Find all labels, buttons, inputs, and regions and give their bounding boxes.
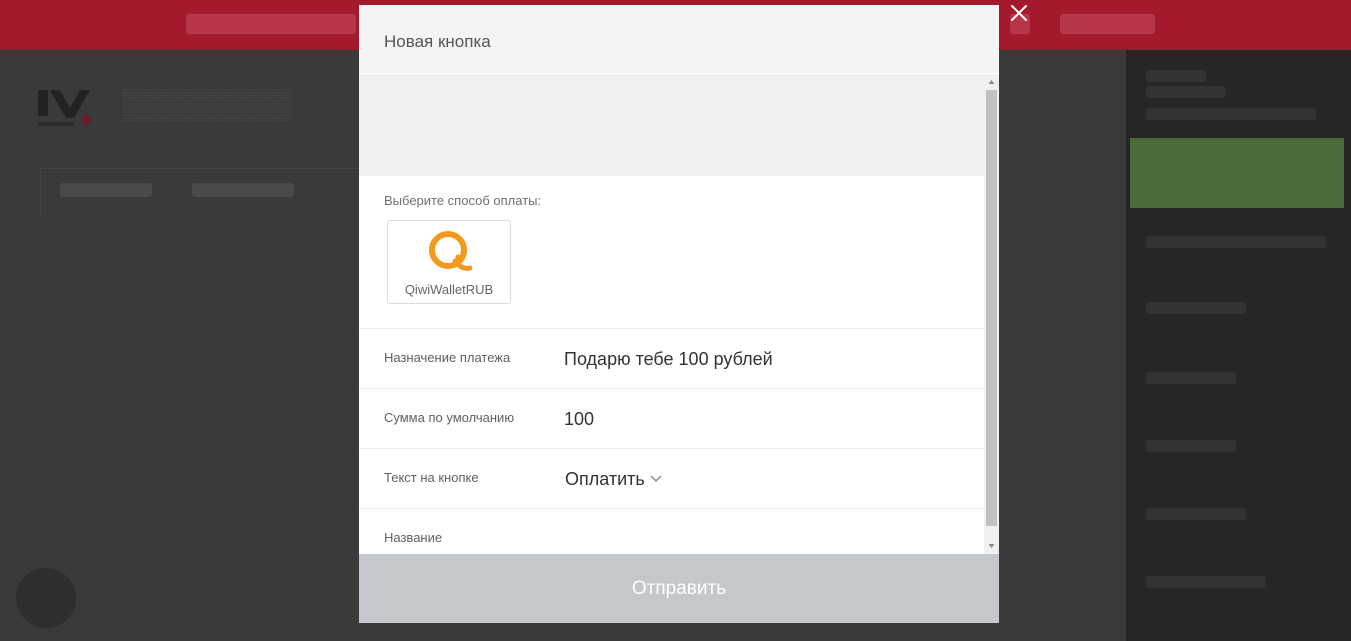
button-text-value: Оплатить — [565, 469, 645, 489]
banner-text-blur — [186, 14, 356, 34]
default-amount-row: Сумма по умолчанию 100 — [359, 389, 985, 449]
button-preview-area — [359, 74, 985, 176]
payment-purpose-row: Назначение платежа Подарю тебе 100 рубле… — [359, 329, 985, 389]
qiwi-icon — [429, 231, 472, 271]
payment-method-label: Выберите способ оплаты: — [384, 193, 542, 208]
submit-button[interactable]: Отправить — [359, 554, 999, 623]
scroll-thumb[interactable] — [986, 90, 997, 526]
background-tab-blur — [60, 183, 152, 197]
background-tab-blur — [192, 183, 294, 197]
close-icon[interactable] — [1006, 0, 1032, 26]
chevron-down-icon — [650, 475, 662, 482]
button-text-row: Текст на кнопке Оплатить — [359, 449, 985, 509]
scroll-down-arrow-icon[interactable] — [984, 540, 999, 552]
chat-bubble-icon — [16, 568, 76, 628]
banner-button-blur — [1060, 14, 1155, 34]
payment-method-name: QiwiWalletRUB — [404, 282, 494, 297]
modal-header: Новая кнопка — [359, 5, 999, 73]
button-text-select[interactable]: Оплатить — [565, 469, 662, 490]
background-title-blur: ▒▒▒▒▒▒▒▒ — [122, 88, 293, 121]
modal-scrollbar[interactable] — [984, 74, 999, 554]
name-label: Название — [384, 530, 443, 545]
background-green-button — [1130, 138, 1344, 208]
button-text-label: Текст на кнопке — [384, 470, 479, 485]
background-sidebar — [1126, 50, 1351, 641]
modal-body: Выберите способ оплаты: QiwiWalletRUB На… — [359, 74, 985, 554]
name-row: Название — [359, 509, 985, 554]
payment-purpose-label: Назначение платежа — [384, 350, 511, 365]
scroll-up-arrow-icon[interactable] — [984, 76, 999, 88]
default-amount-label: Сумма по умолчанию — [384, 410, 515, 425]
modal-title: Новая кнопка — [384, 32, 491, 51]
payment-method-section: Выберите способ оплаты: QiwiWalletRUB — [359, 176, 985, 329]
default-amount-input[interactable]: 100 — [564, 409, 594, 430]
payment-method-qiwi[interactable]: QiwiWalletRUB — [387, 220, 511, 304]
app-logo-icon — [38, 90, 91, 126]
new-button-modal: Новая кнопка Выберите способ оплаты: Qiw… — [359, 5, 999, 623]
payment-purpose-input[interactable]: Подарю тебе 100 рублей — [564, 349, 773, 370]
